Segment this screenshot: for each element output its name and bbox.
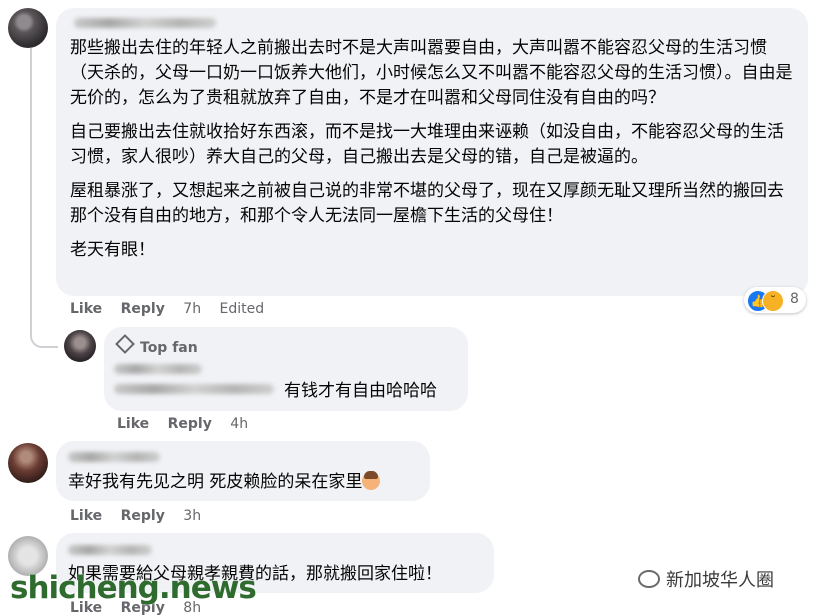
reply-button[interactable]: Reply bbox=[168, 416, 212, 432]
mentioned-name-blurred[interactable] bbox=[114, 384, 274, 394]
person-emoji-icon bbox=[362, 471, 381, 490]
like-button[interactable]: Like bbox=[70, 508, 102, 524]
commenter-name-blurred[interactable] bbox=[74, 18, 216, 28]
avatar[interactable] bbox=[8, 443, 48, 483]
comment-actions: Like Reply 4h bbox=[117, 416, 262, 432]
comment-paragraph: 自己要搬出去住就收拾好东西滚，而不是找一大堆理由来诬赖（如没自由，不能容忍父母的… bbox=[70, 122, 784, 167]
comment-paragraph: 老天有眼！ bbox=[70, 240, 155, 260]
avatar[interactable] bbox=[8, 8, 48, 48]
timestamp[interactable]: 4h bbox=[230, 416, 248, 432]
like-button[interactable]: Like bbox=[117, 416, 149, 432]
timestamp[interactable]: 3h bbox=[183, 508, 201, 524]
commenter-name-blurred[interactable] bbox=[114, 364, 202, 374]
comment-paragraph: 那些搬出去住的年轻人之前搬出去时不是大声叫嚣要自由，大声叫嚣不能容忍父母的生活习… bbox=[70, 38, 793, 108]
avatar[interactable] bbox=[64, 330, 96, 362]
sad-icon: ˘ bbox=[762, 290, 784, 312]
comment-text: 有钱才有自由哈哈哈 bbox=[284, 381, 437, 401]
top-fan-badge: Top fan bbox=[115, 334, 198, 356]
comment-text: 幸好我有先见之明 死皮赖脸的呆在家里 bbox=[68, 470, 381, 495]
reply-button[interactable]: Reply bbox=[121, 508, 165, 524]
reaction-count: 8 bbox=[790, 291, 799, 307]
commenter-name-blurred[interactable] bbox=[68, 452, 160, 462]
comment-actions: Like Reply 7h Edited bbox=[70, 301, 278, 317]
badge-label: Top fan bbox=[140, 340, 198, 356]
watermark-channel: 新加坡华人圈 bbox=[638, 566, 774, 592]
comment-paragraph: 屋租暴涨了，又想起来之前被自己说的非常不堪的父母了，现在又厚颜无耻又理所当然的搬… bbox=[70, 181, 784, 226]
diamond-icon bbox=[115, 334, 135, 354]
comment-actions: Like Reply 3h bbox=[70, 508, 215, 524]
timestamp[interactable]: 7h bbox=[183, 301, 201, 317]
reply-button[interactable]: Reply bbox=[121, 301, 165, 317]
watermark-channel-label: 新加坡华人圈 bbox=[666, 570, 774, 591]
comment-text: 那些搬出去住的年轻人之前搬出去时不是大声叫嚣要自由，大声叫嚣不能容忍父母的生活习… bbox=[70, 36, 796, 272]
comment-text-body: 幸好我有先见之明 死皮赖脸的呆在家里 bbox=[68, 472, 363, 492]
edited-label: Edited bbox=[219, 301, 265, 317]
commenter-name-blurred[interactable] bbox=[68, 545, 152, 555]
watermark-shicheng: shicheng.news bbox=[10, 570, 257, 606]
like-button[interactable]: Like bbox=[70, 301, 102, 317]
reply-thread-line bbox=[30, 48, 58, 348]
reactions-summary[interactable]: 👍 ˘ 8 bbox=[744, 287, 806, 313]
wechat-icon bbox=[638, 570, 660, 588]
